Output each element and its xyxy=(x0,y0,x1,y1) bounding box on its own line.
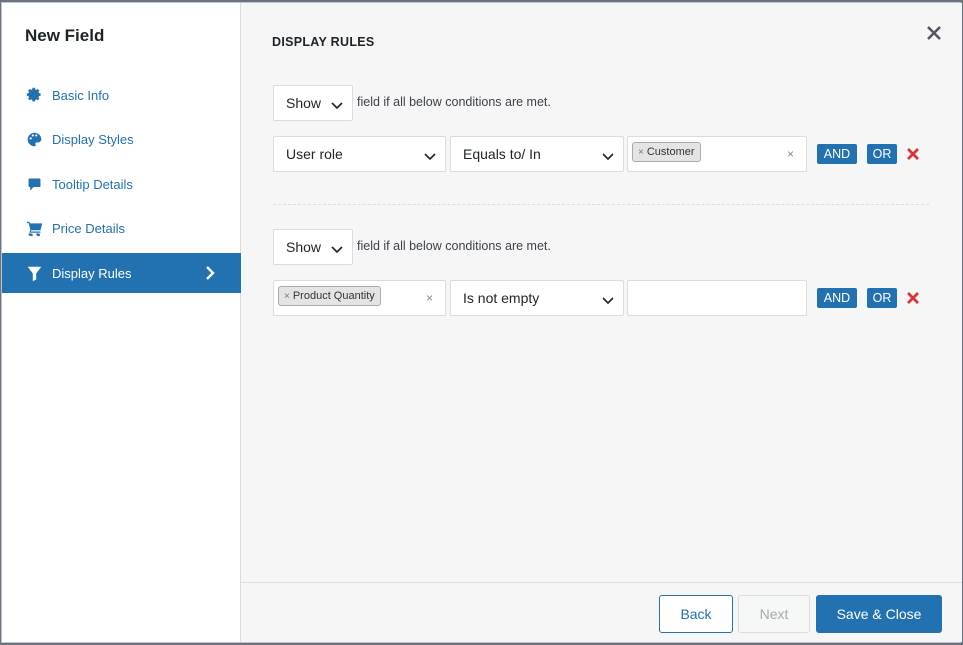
action-select[interactable]: Show xyxy=(273,85,353,121)
or-button[interactable]: OR xyxy=(867,288,897,308)
sidebar-item-label: Display Rules xyxy=(52,265,132,281)
condition-description: field if all below conditions are met. xyxy=(357,239,551,253)
sidebar-item-label: Tooltip Details xyxy=(52,176,133,192)
page-title: DISPLAY RULES xyxy=(272,35,375,49)
operator-select-value: Is not empty xyxy=(463,290,540,306)
chevron-down-icon xyxy=(331,98,343,110)
gear-icon xyxy=(24,85,44,105)
value-input[interactable] xyxy=(627,280,807,316)
sidebar-item-label: Price Details xyxy=(52,220,125,236)
palette-icon xyxy=(24,129,44,149)
and-button[interactable]: AND xyxy=(817,144,857,164)
condition-description: field if all below conditions are met. xyxy=(357,95,551,109)
modal-title: New Field xyxy=(25,26,105,45)
filter-icon xyxy=(24,263,44,283)
action-select[interactable]: Show xyxy=(273,229,353,265)
value-tag: × Customer xyxy=(632,142,701,162)
operator-select-value: Equals to/ In xyxy=(463,146,541,162)
or-button[interactable]: OR xyxy=(867,144,897,164)
sidebar-item-price-details[interactable]: Price Details xyxy=(2,208,241,248)
close-icon[interactable] xyxy=(924,23,944,43)
sidebar-item-tooltip-details[interactable]: Tooltip Details xyxy=(2,164,241,204)
chevron-down-icon xyxy=(424,149,436,161)
action-select-value: Show xyxy=(286,239,322,255)
delete-condition-icon[interactable] xyxy=(906,291,920,305)
new-field-modal: New Field Basic Info Display Styles Tool… xyxy=(1,2,962,643)
chevron-down-icon xyxy=(331,242,343,254)
next-button[interactable]: Next xyxy=(738,595,810,633)
tag-remove-icon[interactable]: × xyxy=(284,291,290,302)
main-panel: DISPLAY RULES Show field if all below co… xyxy=(241,3,962,582)
field-multiselect[interactable]: × Product Quantity × xyxy=(273,280,446,316)
clear-icon[interactable]: × xyxy=(787,147,794,161)
action-select-value: Show xyxy=(286,95,322,111)
sidebar-item-display-rules[interactable]: Display Rules xyxy=(2,253,241,293)
tag-remove-icon[interactable]: × xyxy=(638,147,644,158)
rule-group-divider xyxy=(273,204,929,205)
field-tag: × Product Quantity xyxy=(278,286,381,306)
sidebar-item-label: Basic Info xyxy=(52,87,110,103)
field-select-value: User role xyxy=(286,146,343,162)
operator-select[interactable]: Is not empty xyxy=(450,280,624,316)
sidebar-item-basic-info[interactable]: Basic Info xyxy=(2,75,241,115)
chevron-right-icon xyxy=(201,264,219,282)
value-multiselect[interactable]: × Customer × xyxy=(627,136,807,172)
field-select[interactable]: User role xyxy=(273,136,446,172)
clear-icon[interactable]: × xyxy=(426,291,433,305)
and-button[interactable]: AND xyxy=(817,288,857,308)
modal-footer: Back Next Save & Close xyxy=(241,582,962,642)
speech-bubble-icon xyxy=(24,174,44,194)
sidebar-item-display-styles[interactable]: Display Styles xyxy=(2,119,241,159)
chevron-down-icon xyxy=(602,149,614,161)
chevron-down-icon xyxy=(602,293,614,305)
delete-condition-icon[interactable] xyxy=(906,147,920,161)
back-button[interactable]: Back xyxy=(659,595,733,633)
save-close-button[interactable]: Save & Close xyxy=(816,595,942,633)
operator-select[interactable]: Equals to/ In xyxy=(450,136,624,172)
sidebar: New Field Basic Info Display Styles Tool… xyxy=(2,3,241,642)
tag-label: Customer xyxy=(646,146,695,158)
cart-icon xyxy=(24,218,44,238)
sidebar-item-label: Display Styles xyxy=(52,131,134,147)
tag-label: Product Quantity xyxy=(292,290,375,302)
